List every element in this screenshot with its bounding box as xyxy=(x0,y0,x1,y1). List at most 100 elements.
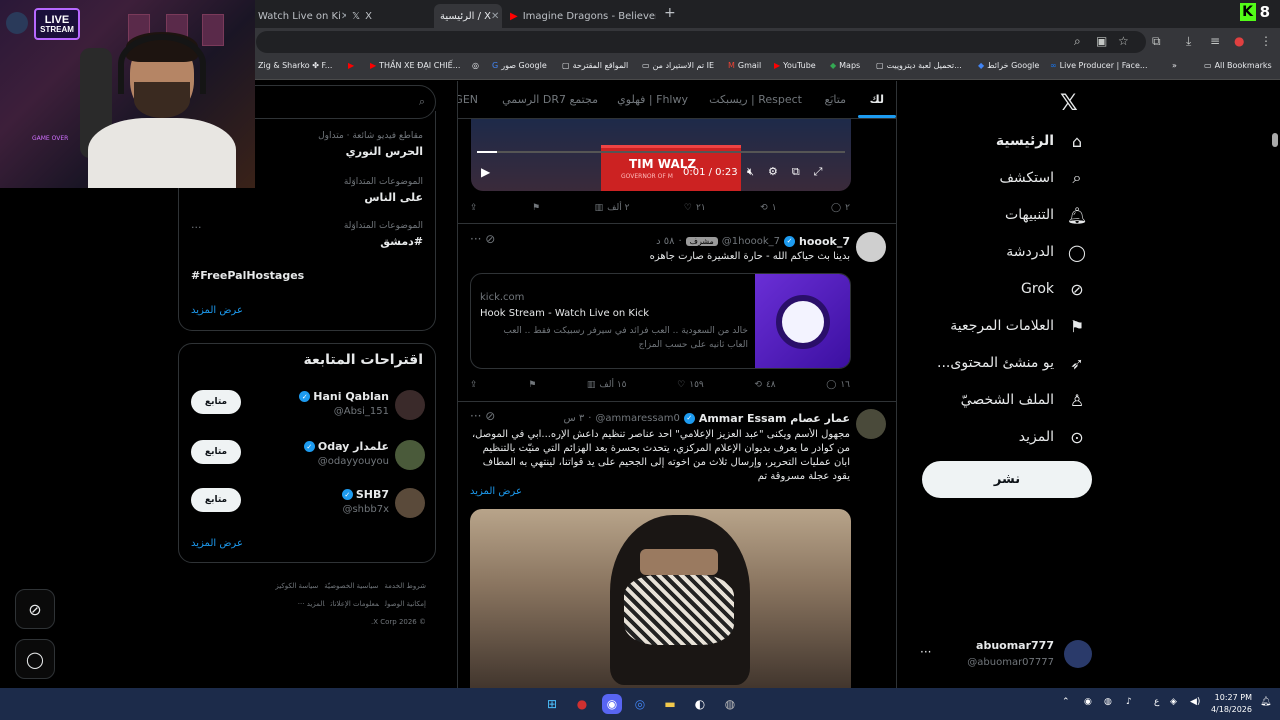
footer-link[interactable]: المزيد ··· xyxy=(298,600,325,608)
play-icon[interactable]: ▶ xyxy=(481,165,490,179)
media-icon[interactable]: ≡ xyxy=(1210,34,1220,48)
bookmark-icon[interactable]: ⚑ xyxy=(532,200,540,216)
close-icon[interactable]: ✕ xyxy=(491,11,499,22)
tab-respect[interactable]: Respect | ريسبكت xyxy=(709,93,802,106)
nav-grok[interactable]: Grok ⊘ xyxy=(898,272,1088,306)
download-icon[interactable]: ⤓ xyxy=(1186,34,1191,49)
bookmarks-overflow[interactable]: » xyxy=(1172,61,1177,70)
post-button[interactable]: نشر xyxy=(922,461,1092,498)
show-more-link[interactable]: عرض المزيد xyxy=(191,305,243,316)
avatar[interactable] xyxy=(395,440,425,470)
footer-link[interactable]: معلومات الإعلانات xyxy=(331,600,379,608)
tab-for-you[interactable]: لك xyxy=(870,93,884,106)
grok-button[interactable]: ⊘ xyxy=(15,589,55,629)
nav-more[interactable]: المزيد ⊙ xyxy=(898,420,1088,454)
nav-notifications[interactable]: التنبيهات 🔔︎ xyxy=(898,198,1088,232)
footer-link[interactable]: سياسية الخصوصيّة xyxy=(324,582,378,590)
tweet-author[interactable]: hoook_7 xyxy=(799,235,850,248)
new-tab-button[interactable]: + xyxy=(664,5,676,21)
views-stat[interactable]: ▥ ١٥ ألف xyxy=(587,377,627,393)
bookmark-than-xe[interactable]: ▶ THẦN XE ĐẠI CHIẾ... xyxy=(370,61,460,70)
tweet-author[interactable]: Ammar Essam عمار عصام xyxy=(699,412,850,425)
extensions-icon[interactable]: ⧉ xyxy=(1152,34,1161,49)
share-icon[interactable]: ⇪ xyxy=(470,200,478,216)
address-bar[interactable] xyxy=(256,31,1146,53)
settings-icon[interactable]: ⚙ xyxy=(768,165,778,179)
video-progress-bar[interactable] xyxy=(477,151,845,153)
reply-button[interactable]: ◯ ١٦ xyxy=(826,377,850,393)
account-switcher[interactable]: abuomar777 @abuomar07777 ··· xyxy=(906,635,1096,675)
bookmark-ie-import[interactable]: ▭ تم الاستيراد من IE xyxy=(642,61,714,70)
nav-chat[interactable]: الدردشة ◯ xyxy=(898,235,1088,269)
bookmark-maps[interactable]: ◆ Maps xyxy=(830,61,860,70)
nav-explore[interactable]: استكشف ⌕ xyxy=(898,161,1088,195)
footer-link[interactable]: سياسة الكوكيز xyxy=(275,582,318,590)
tweet-image[interactable] xyxy=(470,509,851,688)
tray-icon[interactable]: ◉ xyxy=(1084,697,1092,707)
tab-x[interactable]: 𝕏X xyxy=(346,4,436,28)
scrollbar[interactable] xyxy=(1270,81,1280,688)
tab-gen[interactable]: GEN xyxy=(458,93,478,106)
trend-item[interactable]: #دمشق xyxy=(193,235,423,248)
chevron-up-icon[interactable]: ⌃ xyxy=(1062,697,1070,707)
notification-bell-icon[interactable]: 🔔︎ xyxy=(1260,697,1271,707)
repost-button[interactable]: ⟲ ٤٨ xyxy=(754,377,775,393)
obs-icon[interactable]: ◐ xyxy=(690,694,710,714)
pip-icon[interactable]: ⧉ xyxy=(792,165,800,179)
bookmark-detroit[interactable]: ▢ تحميل لعبة ديتروييت... xyxy=(876,61,962,70)
discord-icon[interactable]: ◉ xyxy=(602,694,622,714)
volume-icon[interactable]: ◀) xyxy=(1190,697,1200,707)
like-button[interactable]: ♡ ١٥٩ xyxy=(677,377,704,393)
tray-icon[interactable]: ◈ xyxy=(1170,697,1177,707)
show-more-link[interactable]: عرض المزيد xyxy=(470,486,522,497)
nav-home[interactable]: الرئيسية ⌂ xyxy=(898,124,1088,158)
tab-fhlwy[interactable]: Fhlwy | فهلوي xyxy=(617,93,688,106)
x-logo-icon[interactable]: 𝕏 xyxy=(1060,91,1078,116)
reply-button[interactable]: ◯ ٢ xyxy=(831,200,850,216)
system-clock[interactable]: 10:27 PM 4/18/2026 xyxy=(1210,692,1252,716)
tab-youtube[interactable]: ▶Imagine Dragons - Believer (Lyr✕ xyxy=(504,4,656,28)
show-more-link[interactable]: عرض المزيد xyxy=(191,538,243,549)
file-explorer-icon[interactable]: ▬ xyxy=(660,694,680,714)
views-stat[interactable]: ▥ ٢ ألف xyxy=(595,200,630,216)
footer-link[interactable]: شروط الخدمة xyxy=(384,582,426,590)
avatar[interactable] xyxy=(395,390,425,420)
bookmark-gmail[interactable]: M Gmail xyxy=(728,61,761,70)
language-indicator[interactable]: ع xyxy=(1154,697,1159,707)
like-button[interactable]: ♡ ٢١ xyxy=(684,200,706,216)
fullscreen-icon[interactable]: ⤢ xyxy=(814,165,823,179)
trend-item[interactable]: #FreePalHostages xyxy=(191,269,421,282)
tab-x-home[interactable]: الرئيسية / X ✕ xyxy=(434,4,502,28)
share-icon[interactable]: ⇪ xyxy=(470,377,478,393)
profile-icon[interactable]: ● xyxy=(1234,34,1244,48)
app-icon[interactable]: ● xyxy=(572,694,592,714)
follow-button[interactable]: متابع xyxy=(191,488,241,512)
bookmark-suggested[interactable]: ▢ المواقع المقترحة xyxy=(562,61,628,70)
bookmark-youtube-1[interactable]: ▶ xyxy=(348,61,354,70)
more-horizontal-icon[interactable]: ··· xyxy=(920,645,931,659)
star-icon[interactable]: ☆ xyxy=(1118,34,1129,48)
footer-link[interactable]: إمكانية الوصول xyxy=(385,600,426,608)
tray-icon[interactable]: ◍ xyxy=(1104,697,1112,707)
nav-creator-studio[interactable]: ...يو منشئ المحتوى ➶ xyxy=(898,346,1088,380)
bookmark-google-maps[interactable]: ◆ خرائط Google xyxy=(978,61,1039,70)
install-icon[interactable]: ▣ xyxy=(1096,34,1107,48)
tweet-handle[interactable]: @ammaressam0 xyxy=(595,413,679,424)
tab-following[interactable]: متابَع xyxy=(825,93,846,106)
tab-kick[interactable]: Watch Live on Ki ✕ xyxy=(252,4,346,28)
bookmark-zig[interactable]: Zig & Sharko ✤ F... xyxy=(258,61,332,70)
bookmark-icon[interactable]: ⚑ xyxy=(528,377,536,393)
follow-button[interactable]: متابع xyxy=(191,390,241,414)
kick-extension[interactable]: K8 xyxy=(1239,3,1270,21)
tweet-handle[interactable]: @1hoook_7 xyxy=(722,236,780,247)
tab-dr7[interactable]: مجتمع DR7 الرسمي xyxy=(502,93,598,106)
microphone-icon[interactable]: ♪ xyxy=(1126,697,1132,707)
mute-icon[interactable]: 🔇︎ xyxy=(747,165,754,179)
follow-button[interactable]: متابع xyxy=(191,440,241,464)
link-card[interactable]: kick.com Hook Stream - Watch Live on Kic… xyxy=(470,273,851,369)
bookmark-live-producer[interactable]: ∞ Live Producer | Face... xyxy=(1050,61,1148,70)
bookmark-all[interactable]: ▭ All Bookmarks xyxy=(1204,61,1272,70)
app-icon[interactable]: ◍ xyxy=(720,694,740,714)
trend-item[interactable]: على الناس xyxy=(193,191,423,204)
bookmark-youtube[interactable]: ▶ YouTube xyxy=(774,61,816,70)
